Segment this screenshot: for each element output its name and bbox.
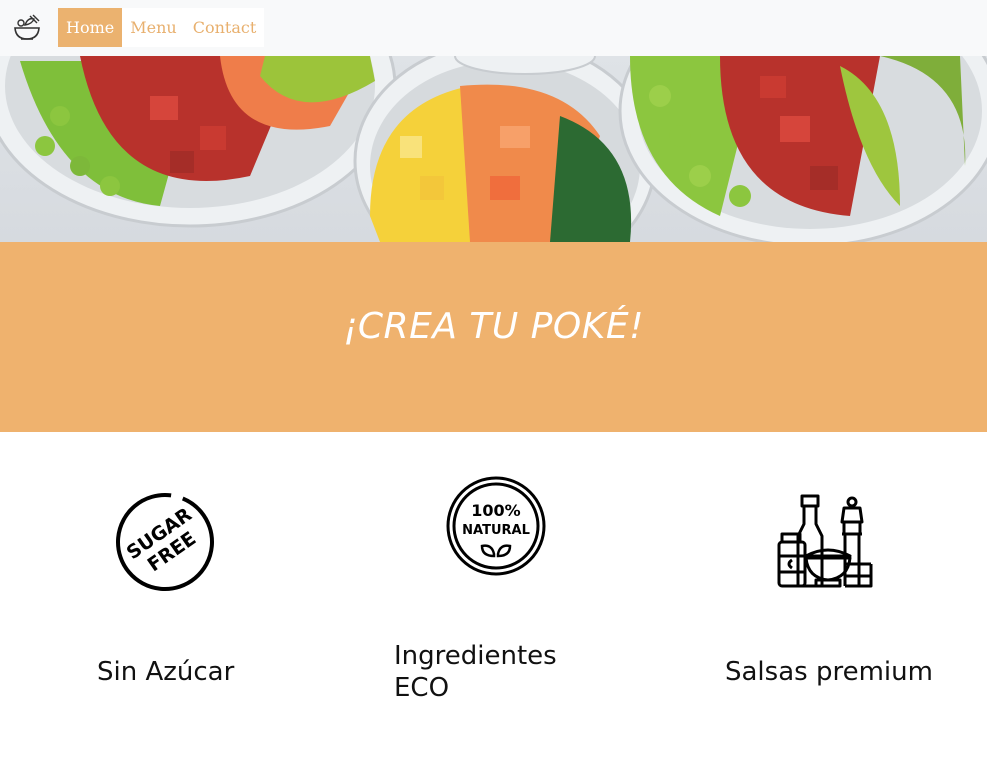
poke-bowls-illustration xyxy=(0,56,987,242)
poke-bowl-icon[interactable] xyxy=(12,13,42,43)
natural-badge-icon: 100% NATURAL xyxy=(446,476,546,576)
nav-links: Home Menu Contact xyxy=(58,8,265,47)
feature-label-ingredientes-eco: Ingredientes ECO xyxy=(394,641,557,703)
svg-text:100%: 100% xyxy=(471,501,520,520)
sugar-free-badge-icon: SUGAR FREE xyxy=(116,493,214,591)
feature-label-salsas-premium: Salsas premium xyxy=(725,657,933,687)
banner-title: ¡CREA TU POKÉ! xyxy=(342,306,644,347)
svg-text:NATURAL: NATURAL xyxy=(462,523,530,538)
nav-link-menu[interactable]: Menu xyxy=(122,8,184,47)
feature-label-sin-azucar: Sin Azúcar xyxy=(97,657,235,687)
hero-image xyxy=(0,56,987,242)
nav-link-home[interactable]: Home xyxy=(58,8,123,47)
nav-link-contact[interactable]: Contact xyxy=(185,8,265,47)
banner: ¡CREA TU POKÉ! xyxy=(0,242,987,432)
navbar: Home Menu Contact xyxy=(0,0,987,56)
sauces-bottles-icon xyxy=(777,494,873,588)
